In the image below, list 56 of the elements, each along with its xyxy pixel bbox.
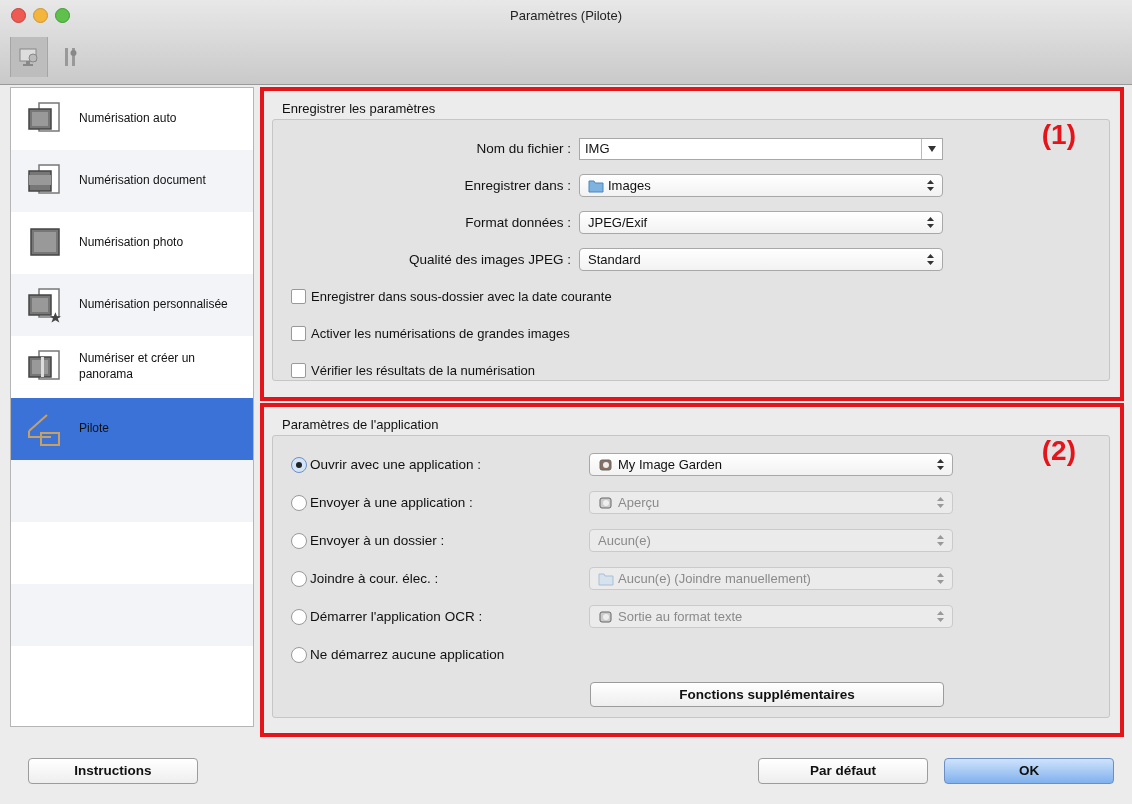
- group-title: Enregistrer les paramètres: [281, 100, 437, 118]
- scanner-tab[interactable]: [10, 37, 48, 77]
- field-label: Format données :: [464, 215, 572, 230]
- field-label: Enregistrer dans :: [463, 178, 572, 193]
- more-functions-button[interactable]: Fonctions supplémentaires: [590, 681, 944, 707]
- radio-label: Envoyer à une application :: [309, 495, 474, 511]
- radio-button[interactable]: [291, 456, 307, 473]
- checkbox-label: Vérifier les résultats de la numérisation: [311, 363, 535, 378]
- popup-menu[interactable]: Images: [579, 174, 943, 197]
- checkbox-label: Enregistrer dans sous-dossier avec la date courante: [311, 289, 612, 304]
- popup-menu[interactable]: My Image Garden: [589, 453, 953, 477]
- field-label: Qualité des images JPEG :: [407, 252, 572, 267]
- updown-icon: [937, 535, 944, 547]
- checkbox[interactable]: [291, 326, 306, 341]
- sidebar-item[interactable]: Numérisation personnalisée: [11, 274, 253, 336]
- sidebar-item[interactable]: Numérisation document: [11, 150, 253, 212]
- updown-icon: [927, 217, 934, 228]
- group-title: Paramètres de l'application: [281, 415, 440, 434]
- app-icon: [598, 457, 614, 472]
- radio-label: Ouvrir avec une application :: [309, 457, 483, 473]
- updown-icon: [937, 573, 944, 585]
- radio-label: Envoyer à un dossier :: [309, 533, 446, 549]
- updown-icon: [927, 180, 934, 191]
- radio-label: Démarrer l'application OCR :: [309, 609, 484, 625]
- radio-button[interactable]: [291, 646, 307, 663]
- ok-button[interactable]: OK: [944, 757, 1114, 784]
- radio-label: Ne démarrez aucune application: [309, 647, 506, 663]
- sidebar-item[interactable]: Numériser et créer un panorama: [11, 336, 253, 398]
- updown-icon: [927, 254, 934, 265]
- zoom-button[interactable]: [55, 7, 70, 23]
- radio-label: Joindre à cour. élec. :: [309, 571, 440, 587]
- annotation-number: (1): [1041, 119, 1076, 151]
- updown-icon: [937, 497, 944, 509]
- folder-icon: [598, 571, 614, 586]
- close-button[interactable]: [11, 7, 26, 23]
- field-label: Nom du fichier :: [475, 141, 572, 156]
- app-icon: [598, 495, 614, 510]
- window-title: Paramètres (Pilote): [510, 7, 622, 23]
- combo-box[interactable]: IMG: [579, 137, 943, 160]
- monitor-icon: [18, 46, 40, 68]
- updown-icon: [937, 611, 944, 623]
- annotation-number: (2): [1041, 434, 1076, 467]
- footer-button[interactable]: Par défaut: [758, 757, 928, 784]
- sidebar-item[interactable]: Numérisation auto: [11, 88, 253, 150]
- checkbox[interactable]: [291, 363, 306, 378]
- app-icon: [598, 609, 614, 624]
- popup-menu[interactable]: JPEG/Exif: [579, 211, 943, 234]
- sidebar-item[interactable]: Numérisation photo: [11, 212, 253, 274]
- minimize-button[interactable]: [33, 7, 48, 23]
- folder-icon: [588, 178, 604, 193]
- sidebar-item[interactable]: Pilote: [11, 398, 253, 460]
- popup-menu[interactable]: Standard: [579, 248, 943, 271]
- checkbox-label: Activer les numérisations de grandes images: [311, 326, 570, 341]
- footer-button[interactable]: Instructions: [28, 757, 198, 784]
- checkbox[interactable]: [291, 289, 306, 304]
- updown-icon: [937, 459, 944, 471]
